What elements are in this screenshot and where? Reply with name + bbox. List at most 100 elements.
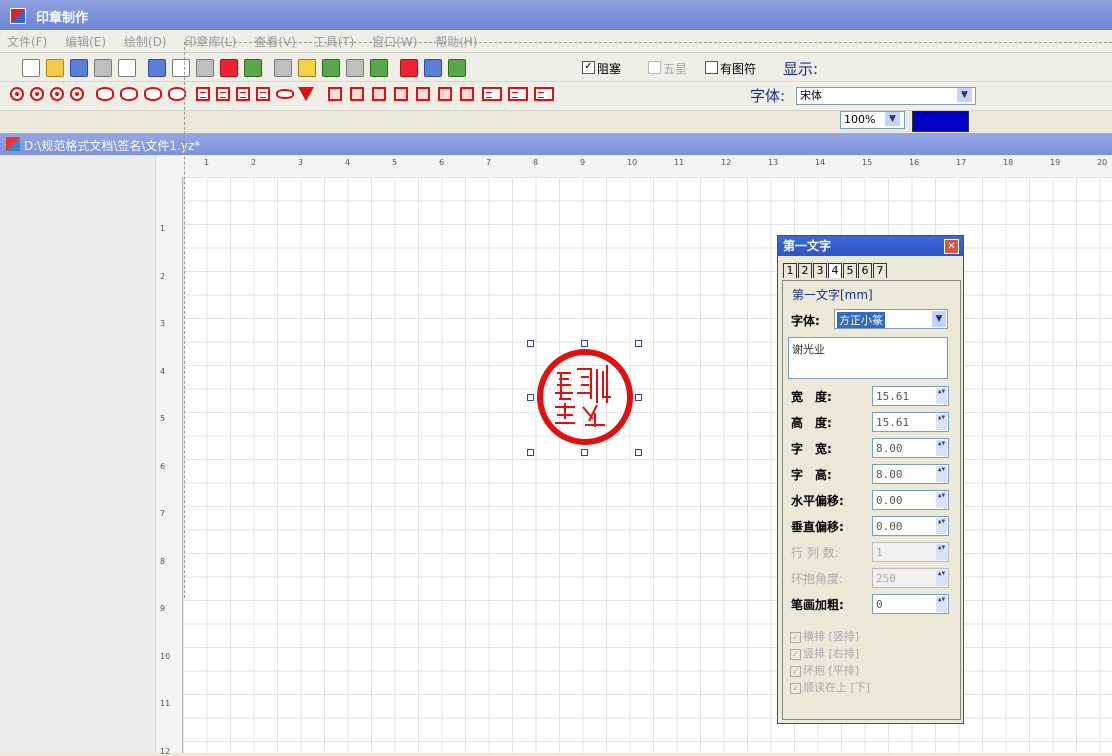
tab-1[interactable]: 1 <box>783 263 797 278</box>
menu-file[interactable]: 文件(F) <box>0 30 54 50</box>
spin-arrows-icon[interactable]: ▲▼ <box>936 414 947 430</box>
resize-handle[interactable] <box>635 449 642 456</box>
field-label: 垂直偏移: <box>791 520 844 534</box>
close-icon[interactable]: ✕ <box>944 239 959 254</box>
chevron-down-icon[interactable]: ▼ <box>932 311 946 327</box>
panel-font-select[interactable]: 方正小篆 ▼ <box>834 309 948 329</box>
seal-text-input[interactable]: 谢光业 <box>788 337 948 379</box>
rect-seal-icon[interactable] <box>236 87 250 101</box>
oval-seal-icon[interactable] <box>144 87 162 101</box>
spin-arrows-icon[interactable]: ▲▼ <box>936 388 947 404</box>
preview-icon[interactable] <box>118 59 136 77</box>
window-title: 印章制作 <box>36 11 89 26</box>
resize-handle[interactable] <box>581 449 588 456</box>
option-checkbox: ✓ 环抱 [平排] <box>790 662 859 678</box>
circle-seal-icon[interactable] <box>70 87 84 101</box>
grid-seal-icon[interactable] <box>460 87 474 101</box>
resize-handle[interactable] <box>527 394 534 401</box>
rect-seal-icon[interactable] <box>216 87 230 101</box>
menu-tools[interactable]: 工具(T) <box>307 30 362 50</box>
circle-seal-icon[interactable] <box>10 87 24 101</box>
oval-seal-icon[interactable] <box>120 87 138 101</box>
tab-7[interactable]: 7 <box>873 263 887 278</box>
color-swatch[interactable] <box>912 110 969 132</box>
ruler-tick-label: 3 <box>160 319 166 328</box>
flip-icon[interactable] <box>370 59 388 77</box>
seal-graphic[interactable] <box>531 341 641 453</box>
print-icon[interactable] <box>94 59 112 77</box>
rect-seal-icon[interactable] <box>482 87 502 101</box>
field-spinner[interactable]: 8.00 ▲▼ <box>872 438 949 458</box>
grid-seal-icon[interactable] <box>350 87 364 101</box>
save-icon[interactable] <box>70 59 88 77</box>
spin-arrows-icon[interactable]: ▲▼ <box>936 466 947 482</box>
resize-handle[interactable] <box>635 394 642 401</box>
field-spinner[interactable]: 0.00 ▲▼ <box>872 516 949 536</box>
resize-handle[interactable] <box>581 340 588 347</box>
menu-view[interactable]: 查看(V) <box>247 30 303 50</box>
tab-2[interactable]: 2 <box>798 263 812 278</box>
group-icon[interactable] <box>298 59 316 77</box>
chevron-down-icon[interactable]: ▼ <box>957 88 972 102</box>
tab-4[interactable]: 4 <box>828 263 842 278</box>
grid-seal-icon[interactable] <box>438 87 452 101</box>
overlap-checkbox[interactable]: ✓ <box>582 61 595 74</box>
paste-icon[interactable] <box>196 59 214 77</box>
menu-edit[interactable]: 编辑(E) <box>58 30 113 50</box>
rotate-icon[interactable] <box>346 59 364 77</box>
grid-seal-icon[interactable] <box>394 87 408 101</box>
rect-seal-icon[interactable] <box>256 87 270 101</box>
spin-arrows-icon[interactable]: ▲▼ <box>936 518 947 534</box>
triangle-icon[interactable] <box>298 87 314 101</box>
menu-draw[interactable]: 绘制(D) <box>117 30 174 50</box>
resize-handle[interactable] <box>527 449 534 456</box>
new-file-icon[interactable] <box>22 59 40 77</box>
field-spinner[interactable]: 8.00 ▲▼ <box>872 464 949 484</box>
copy-icon[interactable] <box>172 59 190 77</box>
resize-handle[interactable] <box>635 340 642 347</box>
grid-seal-icon[interactable] <box>372 87 386 101</box>
menu-window[interactable]: 窗口(W) <box>365 30 424 50</box>
export-icon[interactable] <box>448 59 466 77</box>
field-spinner[interactable]: 0 ▲▼ <box>872 594 949 614</box>
circle-seal-icon[interactable] <box>50 87 64 101</box>
chevron-down-icon[interactable]: ▼ <box>885 112 900 126</box>
font-select[interactable]: 宋体 <box>796 87 976 105</box>
cut-icon[interactable] <box>148 59 166 77</box>
grid-seal-icon[interactable] <box>416 87 430 101</box>
spin-arrows-icon[interactable]: ▲▼ <box>936 596 947 612</box>
globe-icon[interactable] <box>424 59 442 77</box>
field-spinner[interactable]: 15.61 ▲▼ <box>872 412 949 432</box>
grid-seal-icon[interactable] <box>328 87 342 101</box>
menu-help[interactable]: 帮助(H) <box>428 30 484 50</box>
ungroup-icon[interactable] <box>322 59 340 77</box>
open-folder-icon[interactable] <box>46 59 64 77</box>
field-spinner[interactable]: 15.61 ▲▼ <box>872 386 949 406</box>
resize-handle[interactable] <box>527 340 534 347</box>
ruler-tick-label: 10 <box>160 651 171 661</box>
rect-seal-icon[interactable] <box>508 87 528 101</box>
design-canvas[interactable] <box>183 177 1112 753</box>
ruler-tick-label: 1 <box>204 158 210 167</box>
ellipse-icon[interactable] <box>276 89 294 99</box>
rect-seal-icon[interactable] <box>196 87 210 101</box>
delete-icon[interactable] <box>220 59 238 77</box>
image-checkbox[interactable] <box>705 61 718 74</box>
oval-seal-icon[interactable] <box>96 87 114 101</box>
select-icon[interactable] <box>244 59 262 77</box>
spin-arrows-icon[interactable]: ▲▼ <box>936 440 947 456</box>
rect-seal-icon[interactable] <box>534 87 554 101</box>
seal-image-icon[interactable] <box>400 59 418 77</box>
tab-6[interactable]: 6 <box>858 263 872 278</box>
star-checkbox[interactable] <box>648 61 661 74</box>
ruler-tick-label: 6 <box>160 461 166 471</box>
field-spinner[interactable]: 0.00 ▲▼ <box>872 490 949 510</box>
circle-seal-icon[interactable] <box>30 87 44 101</box>
spin-arrows-icon[interactable]: ▲▼ <box>936 492 947 508</box>
checkbox-box: ✓ <box>790 683 801 694</box>
undo-icon[interactable] <box>274 59 292 77</box>
tab-5[interactable]: 5 <box>843 263 857 278</box>
tab-3[interactable]: 3 <box>813 263 827 278</box>
seal-glyphs <box>555 365 611 427</box>
menu-seal-library[interactable]: 印章库(L) <box>177 30 243 50</box>
